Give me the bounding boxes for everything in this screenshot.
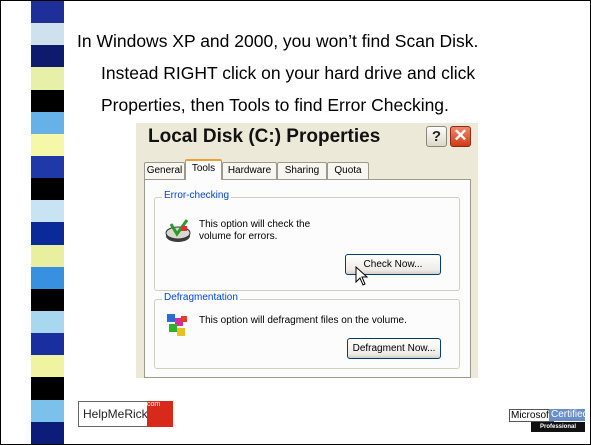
defragmentation-description: This option will defragment files on the… <box>199 315 407 326</box>
tab-tools[interactable]: Tools <box>185 159 222 180</box>
tab-quota[interactable]: Quota <box>327 162 369 179</box>
stripe-segment <box>31 310 64 334</box>
microsoft-logo-text: Microsoft <box>509 409 554 422</box>
stripe-segment <box>31 178 64 201</box>
stripe-segment <box>31 288 64 311</box>
defragmentation-group: Defragmentation This option will defragm… <box>154 292 460 369</box>
stripe-segment <box>31 333 64 356</box>
stripe-segment <box>31 23 64 46</box>
helpmerick-logo-badge: com <box>147 401 173 427</box>
stripe-segment <box>31 155 64 179</box>
defragmentation-label: Defragmentation <box>162 292 240 303</box>
error-checking-group: Error-checking This option will check th… <box>154 190 460 291</box>
stripe-segment <box>31 266 64 289</box>
stripe-segment <box>31 355 64 378</box>
slide-frame: In Windows XP and 2000, you won’t find S… <box>0 0 591 445</box>
stripe-segment <box>31 1 64 24</box>
defragment-now-button[interactable]: Defragment Now... <box>347 338 441 359</box>
tab-sharing[interactable]: Sharing <box>277 162 327 179</box>
dialog-titlebar: Local Disk (C:) Properties ? ✕ <box>136 123 478 152</box>
tools-panel: Error-checking This option will check th… <box>144 179 471 378</box>
help-button[interactable]: ? <box>426 126 447 147</box>
decorative-stripe <box>31 1 64 444</box>
defragment-now-label: Defragment Now... <box>352 343 436 354</box>
stripe-segment <box>31 421 64 444</box>
error-checking-label: Error-checking <box>162 190 232 201</box>
slide-line-3: Properties, then Tools to find Error Che… <box>101 95 449 115</box>
disk-check-icon <box>165 219 191 242</box>
microsoft-certified-logo: Microsoft Certified Professional <box>509 409 589 433</box>
mouse-cursor-icon <box>355 266 369 286</box>
certified-logo-text: Certified <box>549 409 589 421</box>
professional-logo-text: Professional <box>531 422 585 432</box>
stripe-segment <box>31 200 64 223</box>
properties-dialog: Local Disk (C:) Properties ? ✕ General T… <box>136 123 478 378</box>
error-checking-description: This option will check the volume for er… <box>199 219 311 242</box>
stripe-segment <box>31 222 64 245</box>
close-button[interactable]: ✕ <box>450 126 471 147</box>
check-now-label: Check Now... <box>363 259 423 270</box>
stripe-segment <box>31 244 64 267</box>
defrag-icon <box>167 314 187 336</box>
tab-general[interactable]: General <box>144 162 185 179</box>
slide-line-2: Instead RIGHT click on your hard drive a… <box>101 63 476 83</box>
stripe-segment <box>31 111 64 134</box>
stripe-segment <box>31 45 64 68</box>
dialog-title: Local Disk (C:) Properties <box>148 126 381 147</box>
helpmerick-logo: HelpMeRick com <box>78 401 174 427</box>
stripe-segment <box>31 67 64 90</box>
stripe-segment <box>31 89 64 112</box>
stripe-segment <box>31 399 64 422</box>
stripe-segment <box>31 133 64 156</box>
stripe-segment <box>31 377 64 400</box>
tab-hardware[interactable]: Hardware <box>222 162 277 179</box>
helpmerick-logo-text: HelpMeRick <box>78 401 148 427</box>
slide-line-1: In Windows XP and 2000, you won’t find S… <box>77 31 479 51</box>
